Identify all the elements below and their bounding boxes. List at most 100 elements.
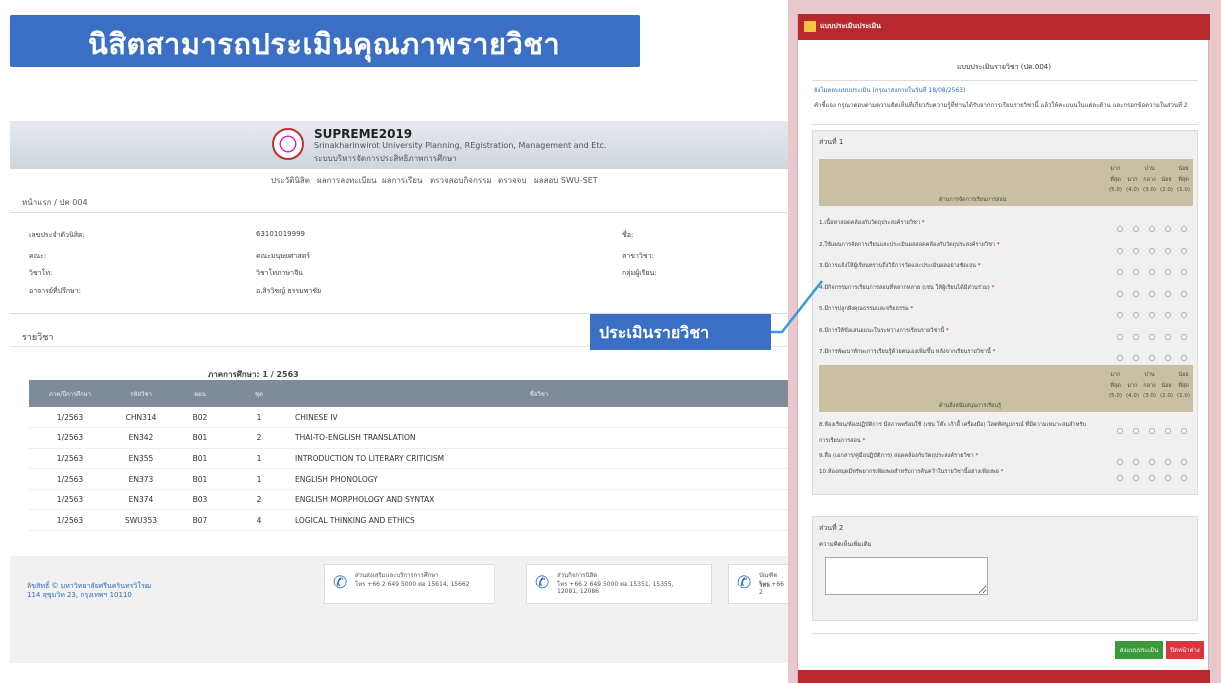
scale-label: ปาน [1144,166,1155,172]
rating-radio[interactable] [1165,226,1171,232]
group2-header: ด้านสิ่งสนับสนุนการเรียนรู้ มาก ปาน น้อย ที… [819,365,1193,412]
rating-radio[interactable] [1165,290,1171,297]
cell-code: CHN314 [111,407,171,429]
rating-radio[interactable] [1149,355,1155,361]
question-label: 8.ห้องเรียน/ห้องปฏิบัติการ มีสภาพพร้อมใช… [819,422,1086,428]
required-mark: * [998,468,1004,475]
rating-radio[interactable] [1117,474,1123,481]
phone-icon: ✆ [333,573,348,593]
question-label: 7.มีการพัฒนาทักษะการเรียนรู้ด้วยตนเองเพิ… [819,349,991,355]
required-mark: * [995,241,1000,248]
nav-item-registration[interactable]: ผลการลงทะเบียน [317,174,377,187]
rating-radio[interactable] [1117,269,1123,275]
rating-radio[interactable] [1133,474,1139,481]
rating-radio[interactable] [1165,247,1171,254]
divider [812,124,1198,125]
scale-label: (3.0) [1142,393,1157,399]
question-text: 7.มีการพัฒนาทักษะการเรียนรู้ด้วยตนเองเพิ… [819,348,995,356]
required-mark: * [990,349,996,355]
rating-radio[interactable] [1149,474,1155,481]
part1-card: ส่วนที่ 1 ด้านการจัดการเรียนการสอน มาก ปา… [812,130,1198,495]
required-mark: * [860,437,866,444]
cell-section: B07 [171,509,229,532]
modal-header: แบบประเมินประเมิน [798,14,1210,40]
rating-radio[interactable] [1133,333,1139,340]
rating-radio[interactable] [1133,312,1139,318]
comment-textarea[interactable] [825,557,988,595]
rating-radio[interactable] [1165,333,1171,340]
nav-item-profile[interactable]: ประวัตินิสิต [271,174,310,187]
rating-radio[interactable] [1181,459,1187,465]
rating-radio[interactable] [1181,312,1187,318]
rating-radio[interactable] [1117,355,1123,361]
rating-radio[interactable] [1133,428,1139,434]
scale-label: กลาง [1143,177,1156,183]
close-window-button[interactable]: ปิดหน้าต่าง [1166,641,1204,659]
question-text: 1.เนื้อหาสอดคล้องกับวัตถุประสงค์รายวิชา … [819,219,925,227]
rating-radio[interactable] [1133,269,1139,275]
divider [812,80,1198,81]
rating-radio[interactable] [1165,312,1171,318]
rating-radio[interactable] [1133,290,1139,297]
rating-radio[interactable] [1165,459,1171,465]
question-label: 2.ใช้แผนการจัดการเรียนและประเมินผลสอดคล้… [819,241,996,248]
rating-radio[interactable] [1181,333,1187,340]
rating-radio[interactable] [1149,226,1155,232]
rating-radio[interactable] [1117,226,1123,232]
required-mark: * [908,306,914,312]
rating-radio[interactable] [1165,428,1171,434]
student-id-value: 63101019999 [256,230,305,238]
scale-label: (1.0) [1176,187,1191,193]
rating-radio[interactable] [1149,269,1155,275]
scale-label: (4.0) [1125,187,1140,193]
portal-header: SUPREME2019 Srinakharinwirot University … [10,121,788,169]
rating-radio[interactable] [1165,474,1171,481]
rating-radio[interactable] [1117,333,1123,340]
rating-radio[interactable] [1149,428,1155,434]
rating-radio[interactable] [1117,428,1123,434]
rating-radio[interactable] [1133,247,1139,254]
cell-course-name: LOGICAL THINKING AND ETHICS [289,509,789,532]
scale-label: (3.0) [1142,187,1157,193]
rating-radio[interactable] [1133,226,1139,232]
rating-radio[interactable] [1133,355,1139,361]
rating-radio[interactable] [1181,290,1187,297]
cell-set: 4 [229,509,289,532]
rating-radio[interactable] [1165,269,1171,275]
rating-radio[interactable] [1181,474,1187,481]
course-table: ภาค/ปีการศึกษา รหัสวิชา ตอน ชุด ชื่อวิชา… [29,380,789,532]
nav-item-graduation[interactable]: ตรวจจบ [498,174,526,187]
rating-radio[interactable] [1117,312,1123,318]
rating-radio[interactable] [1165,355,1171,361]
nav-item-grades[interactable]: ผลการเรียน [382,174,422,187]
rating-radio[interactable] [1149,459,1155,465]
nav-item-swu-set[interactable]: ผลสอบ SWU-SET [534,174,598,187]
phone-icon: ✆ [535,573,550,593]
cell-code: EN355 [111,448,171,470]
col-code: รหัสวิชา [111,380,171,407]
rating-radio-group [1107,260,1187,279]
cell-code: EN374 [111,489,171,511]
rating-radio[interactable] [1149,247,1155,254]
rating-radio[interactable] [1117,247,1123,254]
cell-set: 1 [229,407,289,429]
cell-term: 1/2563 [29,407,111,429]
submit-evaluation-button[interactable]: ส่งแบบประเมิน [1115,641,1163,659]
rating-radio-group [1107,419,1187,438]
rating-radio[interactable] [1133,459,1139,465]
nav-item-activities[interactable]: ตรวจสอบกิจกรรม [430,174,492,187]
cell-set: 2 [229,427,289,449]
modal-footer-bar [798,670,1210,683]
cell-term: 1/2563 [29,468,111,490]
rating-radio[interactable] [1117,459,1123,465]
rating-radio[interactable] [1181,355,1187,361]
rating-radio[interactable] [1149,312,1155,318]
rating-radio[interactable] [1181,269,1187,275]
rating-radio[interactable] [1149,333,1155,340]
cell-code: EN342 [111,427,171,449]
rating-radio[interactable] [1149,290,1155,297]
rating-radio[interactable] [1181,428,1187,434]
rating-radio[interactable] [1181,247,1187,254]
rating-radio[interactable] [1181,226,1187,232]
rating-radio[interactable] [1117,290,1123,297]
